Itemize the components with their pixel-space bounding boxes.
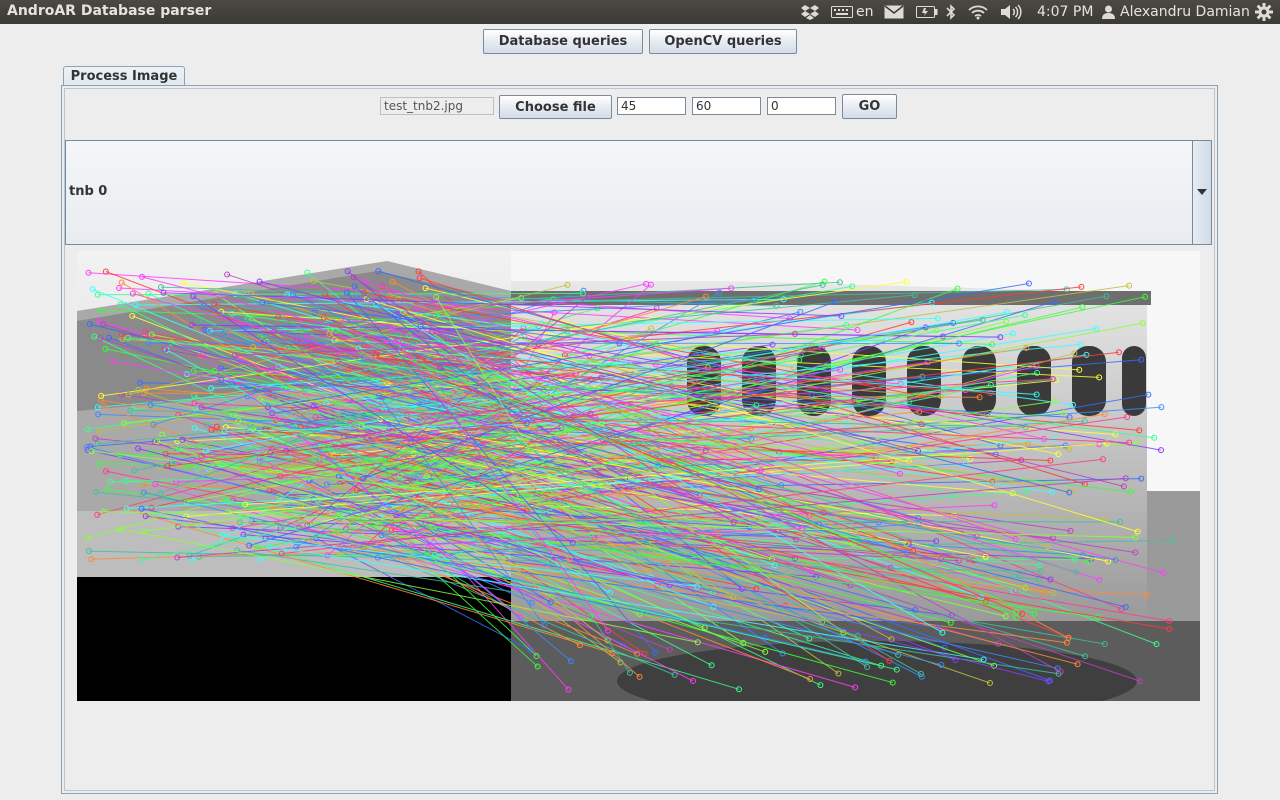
tab-process-image[interactable]: Process Image	[63, 66, 185, 87]
dropbox-icon[interactable]	[801, 0, 819, 24]
file-name-field[interactable]: test_tnb2.jpg	[380, 97, 494, 115]
param3-input[interactable]: 0	[767, 97, 836, 115]
param2-input[interactable]: 60	[692, 97, 761, 115]
user-icon[interactable]	[1102, 0, 1115, 24]
keyboard-layout[interactable]: en	[856, 0, 874, 24]
combo-dropdown-button[interactable]	[1192, 141, 1211, 244]
battery-icon[interactable]	[916, 0, 938, 24]
feature-match-image	[77, 251, 1200, 701]
feature-match-svg	[77, 251, 1200, 701]
app-title: AndroAR Database parser	[7, 3, 212, 19]
param1-input[interactable]: 45	[617, 97, 686, 115]
user-menu[interactable]: Alexandru Damian	[1120, 0, 1250, 24]
clock[interactable]: 4:07 PM	[1037, 0, 1093, 24]
mail-icon[interactable]	[884, 0, 904, 24]
keyboard-layout-label: en	[856, 4, 874, 20]
clock-label: 4:07 PM	[1037, 4, 1094, 20]
database-queries-button[interactable]: Database queries	[483, 29, 643, 54]
go-button[interactable]: GO	[842, 94, 897, 119]
top-panel: AndroAR Database parser en 4:07 PM Alexa…	[0, 0, 1280, 24]
result-combo[interactable]: tnb 0	[65, 140, 1212, 245]
wifi-icon[interactable]	[968, 0, 988, 24]
tab-process-image-label: Process Image	[70, 69, 178, 84]
choose-file-button[interactable]: Choose file	[499, 95, 612, 119]
gear-icon[interactable]	[1255, 0, 1273, 24]
user-name: Alexandru Damian	[1120, 4, 1250, 20]
result-combo-selected: tnb 0	[69, 184, 108, 199]
opencv-queries-button[interactable]: OpenCV queries	[649, 29, 797, 54]
reference-image	[511, 251, 1200, 701]
keyboard-icon[interactable]	[831, 0, 853, 24]
volume-icon[interactable]	[1000, 0, 1022, 24]
bluetooth-icon[interactable]	[946, 0, 956, 24]
chevron-down-icon	[1197, 189, 1207, 195]
